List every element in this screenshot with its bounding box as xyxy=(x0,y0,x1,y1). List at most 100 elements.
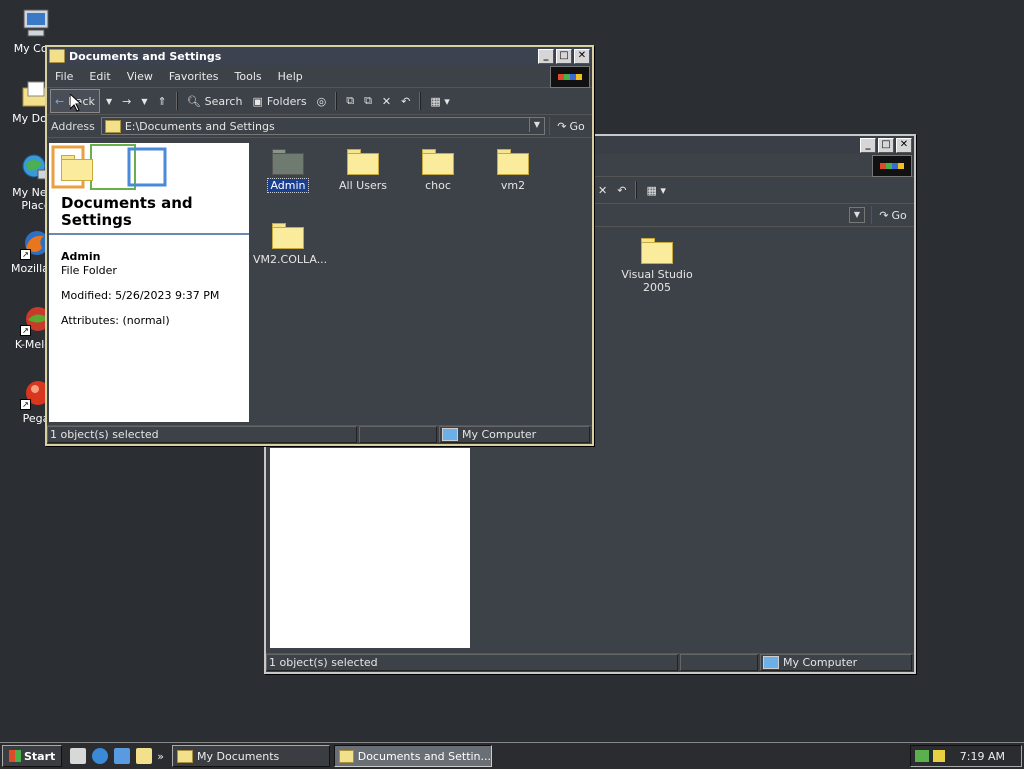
task-documents-and-settings[interactable]: Documents and Settin... xyxy=(334,745,493,767)
network-tray-icon[interactable] xyxy=(915,750,929,762)
clock[interactable]: 7:19 AM xyxy=(960,750,1005,763)
status-bar: 1 object(s) selected My Computer xyxy=(47,425,592,444)
up-folder-icon[interactable]: ⇑ xyxy=(153,90,170,112)
shortcut-arrow-icon: ↗ xyxy=(20,399,31,410)
file-pane[interactable]: Documents and Settings Admin File Folder… xyxy=(49,143,590,422)
copy-to-icon[interactable]: ⧉ xyxy=(360,90,376,112)
system-tray: 7:19 AM xyxy=(910,745,1022,767)
info-heading-line2: Settings xyxy=(61,211,132,229)
search-icon: 🔍︎ xyxy=(186,94,201,108)
status-selected: 1 object(s) selected xyxy=(266,654,678,671)
address-bar: Address E:\Documents and Settings ▼ ↷ Go xyxy=(47,115,592,138)
folder-icon xyxy=(422,149,454,175)
status-empty xyxy=(359,426,437,443)
quicklaunch-explorer-icon[interactable] xyxy=(136,748,153,764)
folders-button[interactable]: ▣ Folders xyxy=(248,90,310,112)
forward-button[interactable]: → xyxy=(118,90,135,112)
folder-item-admin[interactable]: Admin xyxy=(253,149,323,193)
undo-icon[interactable]: ↶ xyxy=(613,179,630,201)
maximize-button[interactable]: □ xyxy=(878,138,894,153)
toolbar-separator xyxy=(419,92,422,110)
go-button[interactable]: ↷ Go xyxy=(549,117,592,135)
delete-icon[interactable]: ✕ xyxy=(594,179,611,201)
quicklaunch-desktop-icon[interactable] xyxy=(70,748,87,764)
address-dropdown-icon[interactable]: ▼ xyxy=(849,207,865,223)
folder-icon xyxy=(641,238,673,264)
status-zone: My Computer xyxy=(439,426,590,443)
go-button[interactable]: ↷ Go xyxy=(871,206,914,224)
folder-label-2: 2005 xyxy=(643,281,671,294)
volume-tray-icon[interactable] xyxy=(933,750,945,762)
views-icon[interactable]: ▦ ▾ xyxy=(642,179,669,201)
folder-label: All Users xyxy=(339,179,387,192)
folder-label: VM2.COLLA... xyxy=(253,253,328,266)
quicklaunch-ie-icon[interactable] xyxy=(92,748,109,764)
menu-help[interactable]: Help xyxy=(270,70,311,83)
folder-icon xyxy=(497,149,529,175)
delete-icon[interactable]: ✕ xyxy=(378,90,395,112)
views-icon[interactable]: ▦ ▾ xyxy=(426,90,453,112)
folder-icon xyxy=(272,223,304,249)
move-to-icon[interactable]: ⧉ xyxy=(342,90,358,112)
task-folder-icon xyxy=(339,749,354,763)
window-titlebar[interactable]: Documents and Settings _ □ ✕ xyxy=(47,47,592,65)
shortcut-arrow-icon: ↗ xyxy=(20,249,31,260)
toolbar-separator xyxy=(175,92,178,110)
folder-item-choc[interactable]: choc xyxy=(403,149,473,192)
start-button[interactable]: Start xyxy=(2,745,63,767)
menu-favorites[interactable]: Favorites xyxy=(161,70,227,83)
status-zone-label: My Computer xyxy=(783,656,858,669)
mouse-cursor-icon xyxy=(70,94,82,112)
menu-view[interactable]: View xyxy=(119,70,161,83)
status-zone: My Computer xyxy=(760,654,912,671)
menu-edit[interactable]: Edit xyxy=(81,70,118,83)
info-divider xyxy=(49,233,249,235)
folder-label: Visual Studio xyxy=(621,268,693,281)
folder-item-all-users[interactable]: All Users xyxy=(328,149,398,192)
task-my-documents[interactable]: My Documents xyxy=(172,745,331,767)
minimize-button[interactable]: _ xyxy=(860,138,876,153)
forward-dropdown-icon[interactable]: ▼ xyxy=(137,90,151,112)
minimize-button[interactable]: _ xyxy=(538,49,554,64)
info-pane xyxy=(270,448,470,648)
task-label: Documents and Settin... xyxy=(357,749,492,763)
menu-tools[interactable]: Tools xyxy=(227,70,270,83)
shortcut-arrow-icon: ↗ xyxy=(20,325,31,336)
go-arrow-icon: ↷ xyxy=(557,119,567,133)
task-folder-icon xyxy=(177,749,194,763)
folder-item-visual-studio[interactable]: Visual Studio 2005 xyxy=(620,238,694,294)
address-value: E:\Documents and Settings xyxy=(124,119,275,133)
folder-large-icon xyxy=(61,155,93,181)
folder-item-vm2-colla[interactable]: VM2.COLLA... xyxy=(253,223,327,266)
back-dropdown-icon[interactable]: ▼ xyxy=(102,90,116,112)
quicklaunch-outlook-icon[interactable] xyxy=(114,748,131,764)
menu-file[interactable]: File xyxy=(47,70,81,83)
info-heading: Documents and Settings xyxy=(61,195,193,229)
undo-icon[interactable]: ↶ xyxy=(397,90,414,112)
maximize-button[interactable]: □ xyxy=(556,49,572,64)
info-attributes: Attributes: (normal) xyxy=(61,314,170,327)
go-label: Go xyxy=(569,119,585,133)
my-computer-small-icon xyxy=(763,656,779,669)
status-empty xyxy=(680,654,758,671)
status-selected: 1 object(s) selected xyxy=(47,426,357,443)
info-selected-name: Admin xyxy=(61,250,101,263)
my-computer-icon xyxy=(20,8,52,40)
documents-and-settings-window[interactable]: Documents and Settings _ □ ✕ File Edit V… xyxy=(45,45,594,446)
window-title: Documents and Settings xyxy=(69,49,222,63)
history-icon[interactable]: ◎ xyxy=(313,90,331,112)
quicklaunch-chevron-icon[interactable]: » xyxy=(157,750,164,763)
info-modified: Modified: 5/26/2023 9:37 PM xyxy=(61,289,220,302)
address-dropdown-icon[interactable]: ▼ xyxy=(529,118,544,132)
info-selected-type: File Folder xyxy=(61,264,117,277)
toolbar: ← Back ▼ → ▼ ⇑ 🔍︎ Search ▣ Folders ◎ ⧉ ⧉… xyxy=(47,88,592,115)
close-button[interactable]: ✕ xyxy=(896,138,912,153)
folder-label: choc xyxy=(425,179,451,192)
info-pane: Documents and Settings Admin File Folder… xyxy=(49,143,249,422)
toolbar-separator xyxy=(635,181,638,199)
search-button[interactable]: 🔍︎ Search xyxy=(183,90,247,112)
address-input[interactable]: E:\Documents and Settings ▼ xyxy=(100,117,545,135)
close-button[interactable]: ✕ xyxy=(574,49,590,64)
info-heading-line1: Documents and xyxy=(61,194,193,212)
folder-item-vm2[interactable]: vm2 xyxy=(478,149,548,192)
